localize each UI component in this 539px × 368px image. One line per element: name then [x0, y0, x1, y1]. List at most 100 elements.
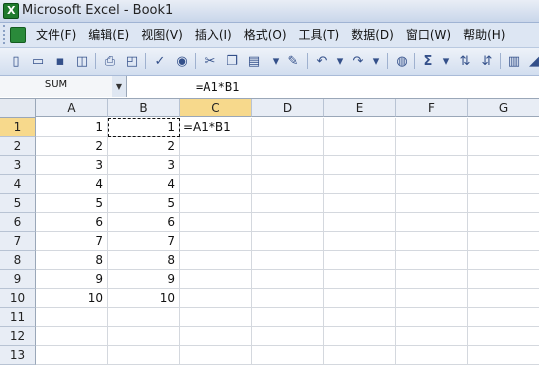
name-box[interactable]: SUM — [0, 76, 113, 97]
cell-g3[interactable] — [468, 156, 539, 175]
cell-a5[interactable]: 5 — [36, 194, 108, 213]
cell-a1[interactable]: 1 — [36, 118, 108, 137]
row-header-6[interactable]: 6 — [0, 213, 36, 232]
research-icon[interactable]: ◉ — [172, 51, 192, 71]
cell-d3[interactable] — [252, 156, 324, 175]
cell-g12[interactable] — [468, 327, 539, 346]
permission-icon[interactable]: ◫ — [72, 51, 92, 71]
cell-e1[interactable] — [324, 118, 396, 137]
redo-icon[interactable]: ↷ — [348, 51, 368, 71]
cell-c6[interactable] — [180, 213, 252, 232]
cell-d7[interactable] — [252, 232, 324, 251]
toolbar-grip-icon[interactable] — [3, 25, 8, 44]
save-icon[interactable]: ▪ — [50, 51, 70, 71]
menu-file[interactable]: 文件(F) — [30, 23, 82, 47]
row-header-7[interactable]: 7 — [0, 232, 36, 251]
cell-g7[interactable] — [468, 232, 539, 251]
cell-e10[interactable] — [324, 289, 396, 308]
cell-g8[interactable] — [468, 251, 539, 270]
autosum-dropdown-icon[interactable]: ▾ — [436, 51, 456, 71]
cell-b12[interactable] — [108, 327, 180, 346]
cell-a6[interactable]: 6 — [36, 213, 108, 232]
cell-e11[interactable] — [324, 308, 396, 327]
cell-e13[interactable] — [324, 346, 396, 365]
cell-c2[interactable] — [180, 137, 252, 156]
cell-a9[interactable]: 9 — [36, 270, 108, 289]
menu-help[interactable]: 帮助(H) — [457, 23, 511, 47]
row-header-5[interactable]: 5 — [0, 194, 36, 213]
print-icon[interactable]: ⎙ — [100, 51, 120, 71]
cell-d5[interactable] — [252, 194, 324, 213]
column-header-c[interactable]: C — [180, 99, 252, 117]
cell-c8[interactable] — [180, 251, 252, 270]
cell-c12[interactable] — [180, 327, 252, 346]
menu-insert[interactable]: 插入(I) — [189, 23, 238, 47]
cell-b6[interactable]: 6 — [108, 213, 180, 232]
cell-g10[interactable] — [468, 289, 539, 308]
cell-c7[interactable] — [180, 232, 252, 251]
row-header-1[interactable]: 1 — [0, 118, 36, 137]
cell-a11[interactable] — [36, 308, 108, 327]
cell-f6[interactable] — [396, 213, 468, 232]
cell-c13[interactable] — [180, 346, 252, 365]
cell-b9[interactable]: 9 — [108, 270, 180, 289]
cell-a4[interactable]: 4 — [36, 175, 108, 194]
row-header-12[interactable]: 12 — [0, 327, 36, 346]
cell-b7[interactable]: 7 — [108, 232, 180, 251]
cell-b8[interactable]: 8 — [108, 251, 180, 270]
cell-g5[interactable] — [468, 194, 539, 213]
cell-f8[interactable] — [396, 251, 468, 270]
cell-c10[interactable] — [180, 289, 252, 308]
cell-f4[interactable] — [396, 175, 468, 194]
cell-d8[interactable] — [252, 251, 324, 270]
cell-b3[interactable]: 3 — [108, 156, 180, 175]
cell-e5[interactable] — [324, 194, 396, 213]
cell-e3[interactable] — [324, 156, 396, 175]
cell-b4[interactable]: 4 — [108, 175, 180, 194]
menu-format[interactable]: 格式(O) — [238, 23, 293, 47]
row-header-10[interactable]: 10 — [0, 289, 36, 308]
cell-f10[interactable] — [396, 289, 468, 308]
new-icon[interactable]: ▯ — [6, 51, 26, 71]
formula-input[interactable]: =A1*B1 — [196, 80, 239, 94]
menu-window[interactable]: 窗口(W) — [400, 23, 457, 47]
name-box-dropdown-icon[interactable]: ▼ — [112, 76, 127, 97]
row-header-9[interactable]: 9 — [0, 270, 36, 289]
cell-a13[interactable] — [36, 346, 108, 365]
cell-b13[interactable] — [108, 346, 180, 365]
cell-g9[interactable] — [468, 270, 539, 289]
cell-f11[interactable] — [396, 308, 468, 327]
cell-d1[interactable] — [252, 118, 324, 137]
undo-icon[interactable]: ↶ — [312, 51, 332, 71]
cell-f5[interactable] — [396, 194, 468, 213]
cell-c3[interactable] — [180, 156, 252, 175]
cell-a7[interactable]: 7 — [36, 232, 108, 251]
cell-a8[interactable]: 8 — [36, 251, 108, 270]
sort-ascending-icon[interactable]: ⇅ — [455, 51, 475, 71]
cell-d2[interactable] — [252, 137, 324, 156]
row-header-3[interactable]: 3 — [0, 156, 36, 175]
column-header-e[interactable]: E — [324, 99, 396, 117]
row-header-11[interactable]: 11 — [0, 308, 36, 327]
cell-d6[interactable] — [252, 213, 324, 232]
cell-e9[interactable] — [324, 270, 396, 289]
column-header-b[interactable]: B — [108, 99, 180, 117]
cell-d9[interactable] — [252, 270, 324, 289]
undo-dropdown-icon[interactable]: ▾ — [330, 51, 350, 71]
cell-c5[interactable] — [180, 194, 252, 213]
row-header-13[interactable]: 13 — [0, 346, 36, 365]
row-header-4[interactable]: 4 — [0, 175, 36, 194]
open-icon[interactable]: ▭ — [28, 51, 48, 71]
cell-c11[interactable] — [180, 308, 252, 327]
menu-data[interactable]: 数据(D) — [345, 23, 400, 47]
column-header-d[interactable]: D — [252, 99, 324, 117]
cell-d12[interactable] — [252, 327, 324, 346]
cell-f9[interactable] — [396, 270, 468, 289]
cell-g1[interactable] — [468, 118, 539, 137]
cell-e8[interactable] — [324, 251, 396, 270]
cell-g4[interactable] — [468, 175, 539, 194]
autosum-icon[interactable]: Σ — [418, 51, 438, 71]
cell-g6[interactable] — [468, 213, 539, 232]
hyperlink-icon[interactable]: ◍ — [392, 51, 412, 71]
cell-a2[interactable]: 2 — [36, 137, 108, 156]
